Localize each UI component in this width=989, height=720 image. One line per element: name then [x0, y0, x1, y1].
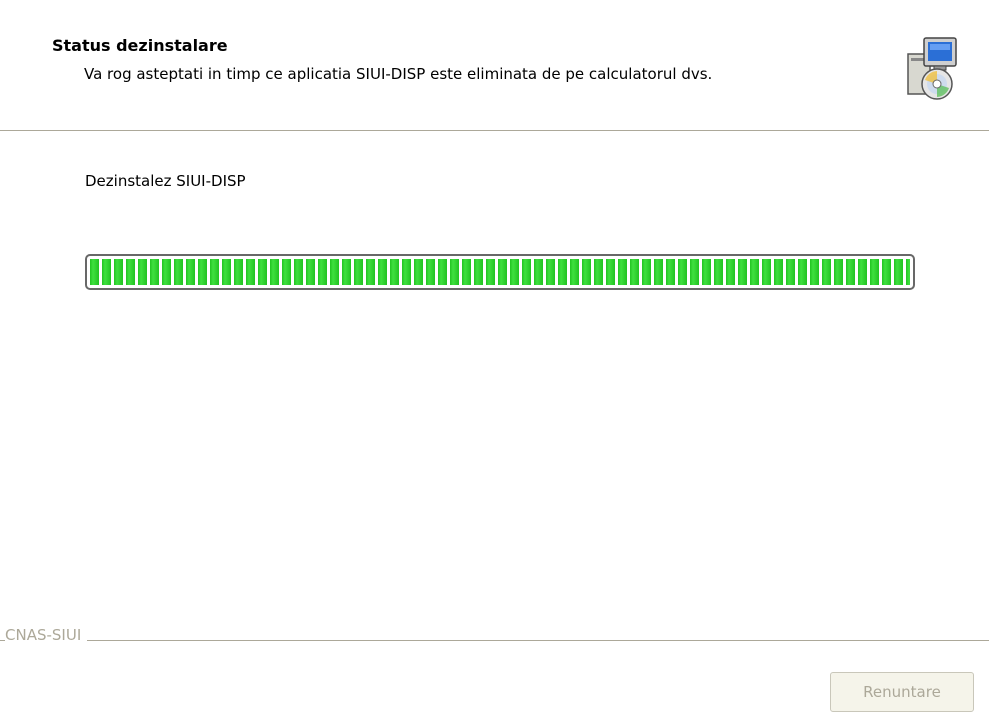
- page-subtitle: Va rog asteptati in timp ce aplicatia SI…: [84, 65, 713, 83]
- page-title: Status dezinstalare: [52, 36, 228, 55]
- progress-bar: [85, 254, 915, 290]
- progress-bar-fill: [90, 259, 910, 285]
- brand-label: CNAS-SIUI: [5, 626, 88, 644]
- header-panel: Status dezinstalare Va rog asteptati in …: [0, 0, 989, 130]
- status-text: Dezinstalez SIUI-DISP: [85, 172, 246, 190]
- cancel-button[interactable]: Renuntare: [830, 672, 974, 712]
- header-divider: [0, 130, 989, 132]
- footer-divider: [0, 640, 989, 642]
- installer-computer-cd-icon: [904, 36, 960, 104]
